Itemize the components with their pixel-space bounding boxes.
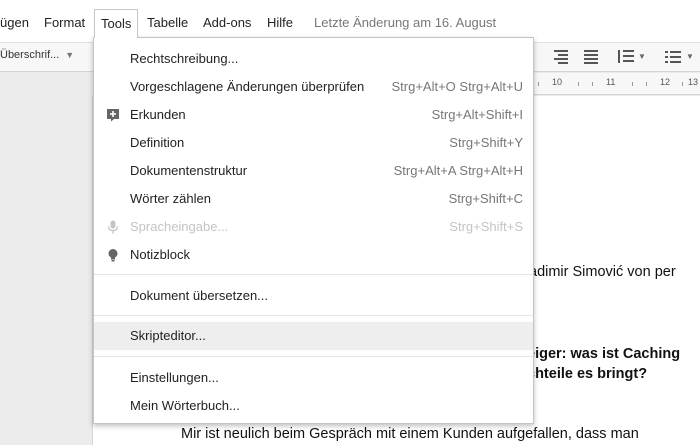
ruler-label: 12 xyxy=(660,77,671,87)
line-spacing-icon[interactable] xyxy=(616,49,634,65)
menu-item-shortcut: Strg+Shift+Y xyxy=(449,135,523,150)
menu-item-voice-typing: Spracheingabe... Strg+Shift+S xyxy=(94,213,533,241)
paragraph-style-select[interactable]: Überschrif... ▼ xyxy=(0,49,74,61)
microphone-icon xyxy=(107,220,119,234)
menu-addons[interactable]: Add-ons xyxy=(203,9,251,36)
menu-item-translate-document[interactable]: Dokument übersetzen... xyxy=(94,282,533,310)
menu-item-label: Rechtschreibung... xyxy=(130,51,239,66)
menu-item-personal-dictionary[interactable]: Mein Wörterbuch... xyxy=(94,392,533,420)
tools-dropdown-menu: Rechtschreibung... Vorgeschlagene Änderu… xyxy=(93,37,534,424)
menu-item-label: Dokumentenstruktur xyxy=(130,163,248,178)
menu-item-review-suggestions[interactable]: Vorgeschlagene Änderungen überprüfen Str… xyxy=(94,73,533,101)
menu-item-label: Spracheingabe... xyxy=(130,219,229,234)
menu-item-shortcut: Strg+Shift+C xyxy=(448,191,523,206)
menu-item-label: Skripteditor... xyxy=(130,328,206,343)
menu-separator xyxy=(94,356,533,357)
menu-item-preferences[interactable]: Einstellungen... xyxy=(94,364,533,392)
menu-separator xyxy=(94,315,533,316)
menu-item-shortcut: Strg+Alt+A Strg+Alt+H xyxy=(393,163,523,178)
menu-item-label: Einstellungen... xyxy=(130,370,219,385)
menu-insert[interactable]: ügen xyxy=(0,9,29,36)
menu-item-label: Notizblock xyxy=(130,247,190,262)
menu-item-shortcut: Strg+Alt+Shift+I xyxy=(431,107,523,122)
menu-item-document-outline[interactable]: Dokumentenstruktur Strg+Alt+A Strg+Alt+H xyxy=(94,157,533,185)
menu-item-explore[interactable]: Erkunden Strg+Alt+Shift+I xyxy=(94,101,533,129)
menu-help[interactable]: Hilfe xyxy=(267,9,293,36)
align-justify-icon[interactable] xyxy=(582,49,600,65)
menu-item-definition[interactable]: Definition Strg+Shift+Y xyxy=(94,129,533,157)
menu-item-keep-notepad[interactable]: Notizblock xyxy=(94,241,533,269)
menu-item-word-count[interactable]: Wörter zählen Strg+Shift+C xyxy=(94,185,533,213)
menu-format[interactable]: Format xyxy=(44,9,85,36)
lightbulb-icon xyxy=(108,249,118,262)
ruler-label: 13 xyxy=(688,77,699,87)
paragraph-style-value: Überschrif... xyxy=(0,49,60,61)
menu-item-label: Dokument übersetzen... xyxy=(130,288,269,303)
line-spacing-caret-icon[interactable]: ▼ xyxy=(638,52,646,61)
numbered-list-caret-icon[interactable]: ▼ xyxy=(686,52,694,61)
align-right-icon[interactable] xyxy=(552,49,570,65)
menu-item-shortcut: Strg+Shift+S xyxy=(449,219,523,234)
numbered-list-icon[interactable] xyxy=(664,49,682,65)
document-text-line: adimir Simović von per xyxy=(529,264,676,280)
menu-bar: ügen Format Tools Tabelle Add-ons Hilfe … xyxy=(0,0,700,42)
ruler[interactable]: 10 11 12 13 xyxy=(520,73,700,95)
document-heading-line: eiger: was ist Caching xyxy=(527,346,681,362)
menu-item-shortcut: Strg+Alt+O Strg+Alt+U xyxy=(391,79,523,94)
menu-item-label: Definition xyxy=(130,135,185,150)
menu-item-spelling[interactable]: Rechtschreibung... xyxy=(94,45,533,73)
menu-item-script-editor[interactable]: Skripteditor... xyxy=(94,322,533,350)
explore-plus-icon xyxy=(107,109,119,122)
menu-item-label: Vorgeschlagene Änderungen überprüfen xyxy=(130,79,365,94)
menu-tools[interactable]: Tools xyxy=(94,9,139,38)
chevron-down-icon: ▼ xyxy=(65,50,75,60)
ruler-label: 10 xyxy=(552,77,563,87)
menu-separator xyxy=(94,274,533,275)
menu-item-label: Erkunden xyxy=(130,107,186,122)
document-text-line: Mir ist neulich beim Gespräch mit einem … xyxy=(181,426,639,442)
menu-item-label: Wörter zählen xyxy=(130,191,211,206)
document-heading-line: chteile es bringt? xyxy=(527,366,648,382)
ruler-label: 11 xyxy=(606,77,616,87)
last-edit-link[interactable]: Letzte Änderung am 16. August xyxy=(314,9,496,36)
menu-item-label: Mein Wörterbuch... xyxy=(130,398,240,413)
menu-table[interactable]: Tabelle xyxy=(147,9,188,36)
